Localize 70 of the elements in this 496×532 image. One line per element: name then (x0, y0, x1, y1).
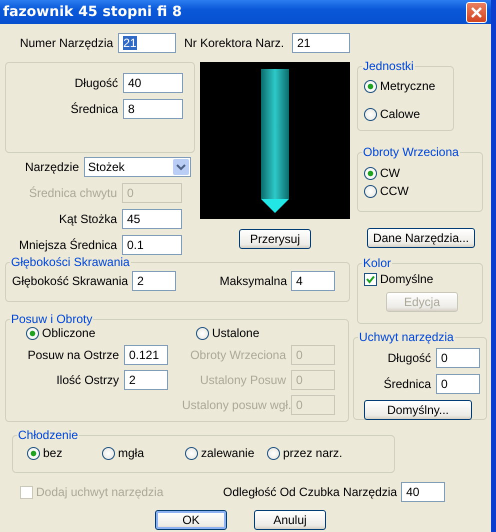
field-label: Średnica (70, 102, 119, 116)
field-label: Maksymalna (220, 274, 287, 288)
radio-label[interactable]: mgła (118, 446, 144, 460)
radio-button[interactable] (267, 446, 280, 460)
radio-button[interactable] (364, 108, 377, 120)
group-title: Posuw i Obroty (10, 312, 94, 326)
dialog-button[interactable]: Anuluj (254, 510, 326, 530)
tool-number-field[interactable]: 21 (118, 33, 176, 53)
input-field[interactable]: 2 (124, 370, 168, 390)
radio-button[interactable] (364, 184, 377, 198)
field-label: Średnica chwytu (28, 186, 118, 200)
field-label: Odległość Od Czubka Narzędzia (223, 485, 398, 499)
field-label: Mniejsza Średnica (18, 238, 118, 252)
group-title: Uchwyt narzędzia (358, 330, 455, 344)
input-field[interactable]: 0 (436, 348, 480, 368)
field-label: Posuw na Ostrze (26, 348, 120, 362)
radio-button[interactable] (102, 446, 115, 460)
field-label: Nr Korektora Narz. (184, 36, 284, 50)
group-title: Obroty Wrzeciona (362, 145, 460, 159)
default-holder-button[interactable]: Domyślny... (364, 400, 472, 420)
field-label: Głębokość Skrawania (12, 274, 128, 288)
radio-label[interactable]: bez (43, 446, 62, 460)
input-field[interactable]: 40 (123, 73, 183, 93)
field-label: Narzędzie (24, 160, 80, 174)
tool-data-button[interactable]: Dane Narzędzia... (367, 228, 475, 248)
tool-type-dropdown[interactable]: Stożek (84, 157, 191, 177)
input-field[interactable]: 0.121 (124, 345, 168, 365)
radio-button[interactable] (364, 80, 377, 92)
checkbox-label[interactable]: Domyślne (380, 272, 434, 286)
corrector-field[interactable]: 21 (292, 33, 350, 53)
radio-label[interactable]: CCW (380, 184, 409, 198)
field-label: Średnica (382, 377, 432, 391)
radio-label[interactable]: Ustalone (212, 326, 260, 340)
input-field[interactable]: 45 (122, 209, 182, 229)
field-label: Numer Narzędzia (18, 36, 114, 50)
radio-button[interactable] (364, 166, 377, 180)
field-label: Ilość Ostrzy (55, 373, 120, 387)
radio-label[interactable]: Obliczone (42, 326, 96, 340)
radio-label[interactable]: Calowe (380, 107, 420, 121)
input-field[interactable]: 0 (436, 374, 480, 394)
group-title: Kolor (362, 256, 392, 270)
radio-button[interactable] (26, 326, 39, 340)
close-icon (470, 6, 483, 18)
radio-label[interactable]: zalewanie (201, 446, 254, 460)
input-field[interactable]: 4 (291, 271, 335, 291)
radio-label[interactable]: Metryczne (380, 79, 436, 93)
field-label: Długość (74, 76, 119, 90)
radio-button[interactable] (185, 446, 198, 460)
group-title: Chłodzenie (17, 428, 80, 442)
radio-label[interactable]: CW (380, 166, 400, 180)
dialog-button[interactable]: OK (155, 510, 227, 530)
redraw-button[interactable]: Przerysuj (239, 229, 311, 249)
field-label: Długość (386, 351, 432, 365)
radio-button[interactable] (27, 446, 40, 460)
field-label: Obroty Wrzeciona (189, 348, 287, 362)
radio-label[interactable]: przez narz. (283, 446, 342, 460)
field-label: Kąt Stożka (58, 212, 118, 226)
checkbox[interactable] (364, 272, 377, 286)
close-button[interactable] (466, 2, 487, 22)
field-label: Ustalony posuw wgł. (182, 398, 291, 412)
input-field[interactable]: 8 (123, 99, 183, 119)
group-title: Głębokości Skrawania (10, 255, 131, 269)
window-title: fazownik 45 stopni fi 8 (3, 4, 182, 20)
radio-button[interactable] (196, 326, 209, 340)
chevron-down-icon (173, 159, 189, 175)
input-field[interactable]: 0.1 (122, 235, 182, 255)
tip-distance-field[interactable]: 40 (401, 482, 446, 502)
input-field[interactable]: 2 (132, 271, 176, 291)
group-title: Jednostki (362, 59, 415, 73)
field-label: Ustalony Posuw (198, 373, 287, 387)
